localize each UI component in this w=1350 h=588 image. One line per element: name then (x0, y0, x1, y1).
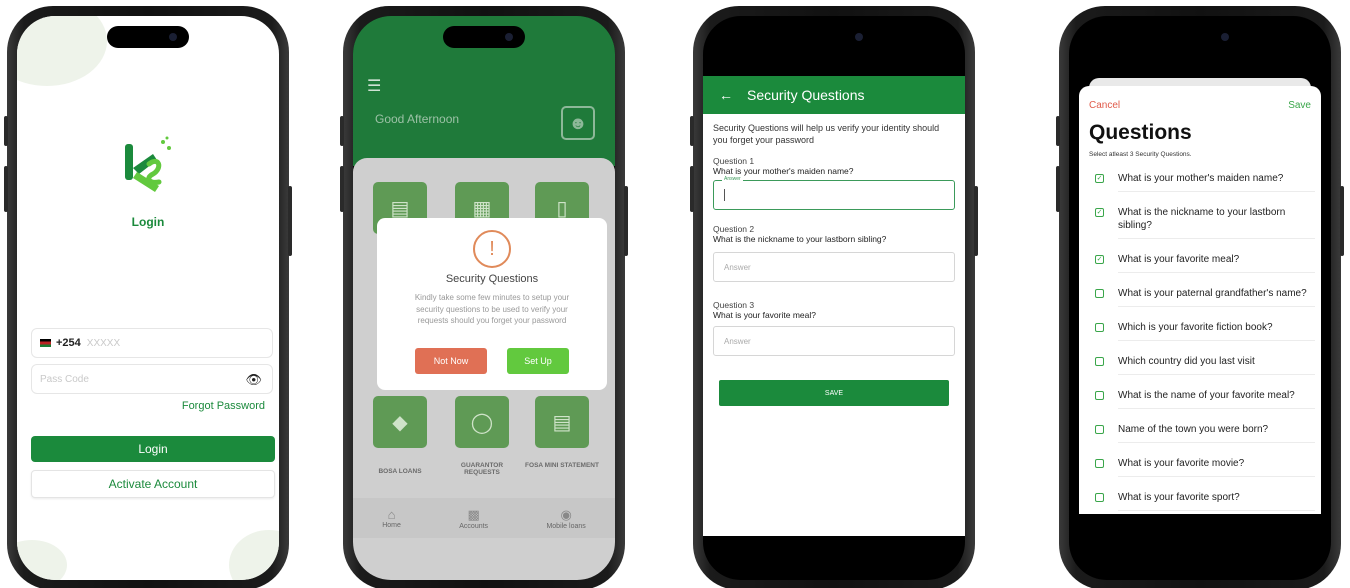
answer-field-1[interactable]: Answer (713, 176, 955, 211)
security-form: Security Questions will help us verify y… (703, 114, 965, 536)
intro-text: Security Questions will help us verify y… (713, 123, 940, 146)
checkbox-unchecked-icon[interactable] (1095, 493, 1104, 502)
checkbox-checked-icon[interactable]: ✓ (1095, 174, 1104, 183)
answer-floating-label: Answer (722, 176, 743, 183)
save-link[interactable]: Save (1288, 100, 1311, 111)
nav-accounts[interactable]: ▩ Accounts (459, 507, 488, 530)
screen-title: Security Questions (747, 87, 865, 103)
checkbox-unchecked-icon[interactable] (1095, 289, 1104, 298)
question-text: What is the nickname to your lastborn si… (713, 234, 887, 245)
greeting: Good Afternoon (375, 112, 460, 126)
home-screen: ☰ Good Afternoon ☻ ▤ ▦ ▯ ◆ ◯ ▤ BOSA LOAN… (353, 16, 615, 580)
question-option-label: What is your favorite meal? (1118, 253, 1315, 273)
login-screen: Login +254 XXXXX Pass Code 👁 Forgot Pass… (17, 16, 279, 580)
nav-mobile-loans[interactable]: ◉ Mobile loans (546, 507, 585, 530)
dialog-title: Security Questions (445, 273, 539, 285)
tile-label-fosa: FOSA MINI STATEMENT (525, 462, 599, 469)
tile-label-bosa: BOSA LOANS (378, 468, 422, 475)
not-now-button[interactable]: Not Now (415, 348, 487, 374)
login-button[interactable]: Login (31, 436, 275, 462)
question-option[interactable]: ✓ What is your mother's maiden name? (1085, 164, 1315, 198)
fosa-mini-statement-tile[interactable]: ▤ (535, 396, 589, 448)
question-option-label: What is the nickname to your lastborn si… (1118, 206, 1315, 239)
kenya-flag-icon (40, 339, 51, 347)
question-option[interactable]: What is your paternal grandfather's name… (1085, 279, 1315, 313)
answer-field-3[interactable]: Answer (713, 326, 955, 357)
question-number: Question 2 (713, 224, 755, 235)
question-option[interactable]: Name of the town you were born? (1085, 415, 1315, 449)
question-option[interactable]: What is the name of your favorite meal? (1085, 381, 1315, 415)
questions-sheet: Cancel Save Questions Select atleast 3 S… (1079, 86, 1321, 514)
checkbox-unchecked-icon[interactable] (1095, 459, 1104, 468)
mobile-loans-icon: ◉ (560, 506, 572, 522)
save-button[interactable]: SAVE (719, 380, 949, 407)
answer-placeholder: Answer (724, 262, 751, 272)
question-list: ✓ What is your mother's maiden name? ✓ What… (1085, 164, 1315, 517)
app-bar: ← Security Questions (703, 76, 965, 114)
question-option[interactable]: ✓ What is your favorite meal? (1085, 245, 1315, 279)
login-title: Login (131, 215, 165, 229)
question-option-label: What is your mother's maiden name? (1118, 172, 1315, 192)
question-option-label: What is the name of your favorite meal? (1118, 389, 1315, 409)
answer-placeholder: Answer (724, 336, 751, 346)
question-number: Question 3 (713, 300, 755, 311)
eye-icon[interactable]: 👁 (245, 372, 262, 388)
phone-number-field[interactable]: +254 XXXXX (31, 328, 273, 358)
questions-screen: Cancel Save Questions Select atleast 3 S… (1069, 16, 1331, 580)
question-option-label: What is your paternal grandfather's name… (1118, 287, 1315, 307)
checkbox-checked-icon[interactable]: ✓ (1095, 208, 1104, 217)
app-logo (125, 136, 171, 192)
question-option[interactable]: What is your favorite movie? (1085, 449, 1315, 483)
checkbox-unchecked-icon[interactable] (1095, 357, 1104, 366)
security-questions-dialog: ! Security Questions Kindly take some fe… (377, 218, 607, 390)
phone-home: ☰ Good Afternoon ☻ ▤ ▦ ▯ ◆ ◯ ▤ BOSA LOAN… (340, 6, 628, 588)
set-up-button[interactable]: Set Up (507, 348, 569, 374)
guarantor-requests-tile[interactable]: ◯ (455, 396, 509, 448)
back-arrow-icon[interactable]: ← (719, 87, 733, 103)
country-code: +254 (56, 337, 81, 349)
home-icon: ⌂ (387, 507, 396, 522)
question-option[interactable]: Which country did you last visit (1085, 347, 1315, 381)
passcode-field[interactable]: Pass Code 👁 (31, 364, 273, 394)
phone-placeholder: XXXXX (86, 337, 121, 349)
cancel-button[interactable]: Cancel (1089, 100, 1120, 111)
text-caret (724, 189, 725, 202)
forgot-password-link[interactable]: Forgot Password (182, 400, 265, 412)
accounts-icon: ▩ (467, 506, 480, 522)
dialog-message: Kindly take some few minutes to setup yo… (414, 293, 570, 326)
phone-security-questions: ← Security Questions Security Questions … (690, 6, 978, 588)
bosa-loans-tile[interactable]: ◆ (373, 396, 427, 448)
checkbox-unchecked-icon[interactable] (1095, 391, 1104, 400)
question-text: What is your favorite meal? (713, 310, 816, 321)
menu-icon[interactable]: ☰ (367, 76, 381, 96)
answer-field-2[interactable]: Answer (713, 252, 955, 283)
question-option-label: What is your favorite sport? (1118, 491, 1315, 511)
checkbox-unchecked-icon[interactable] (1095, 425, 1104, 434)
question-text: What is your mother's maiden name? (713, 166, 854, 177)
phone-login: Login +254 XXXXX Pass Code 👁 Forgot Pass… (4, 6, 292, 588)
checkbox-unchecked-icon[interactable] (1095, 323, 1104, 332)
passcode-placeholder: Pass Code (40, 373, 89, 385)
sheet-title: Questions (1089, 121, 1192, 144)
question-option[interactable]: ✓ What is the nickname to your lastborn s… (1085, 198, 1315, 245)
bottom-nav: ⌂ Home ▩ Accounts ◉ Mobile loans (353, 498, 615, 538)
question-option[interactable]: What is your favorite sport? (1085, 483, 1315, 517)
question-option-label: Which country did you last visit (1118, 355, 1315, 375)
question-option-label: Which is your favorite fiction book? (1118, 321, 1315, 341)
security-screen: ← Security Questions Security Questions … (703, 16, 965, 580)
nav-home[interactable]: ⌂ Home (382, 507, 401, 529)
question-option-label: Name of the town you were born? (1118, 423, 1315, 443)
avatar[interactable]: ☻ (561, 106, 595, 140)
question-option[interactable]: Which is your favorite fiction book? (1085, 313, 1315, 347)
sheet-subtitle: Select atleast 3 Security Questions. (1089, 151, 1192, 158)
question-number: Question 1 (713, 156, 755, 167)
activate-account-button[interactable]: Activate Account (31, 470, 275, 498)
checkbox-checked-icon[interactable]: ✓ (1095, 255, 1104, 264)
phone-questions-sheet: Cancel Save Questions Select atleast 3 S… (1056, 6, 1344, 588)
question-option-label: What is your favorite movie? (1118, 457, 1315, 477)
warning-icon: ! (473, 230, 511, 268)
tile-label-guarantor: GUARANTOR REQUESTS (460, 462, 504, 476)
